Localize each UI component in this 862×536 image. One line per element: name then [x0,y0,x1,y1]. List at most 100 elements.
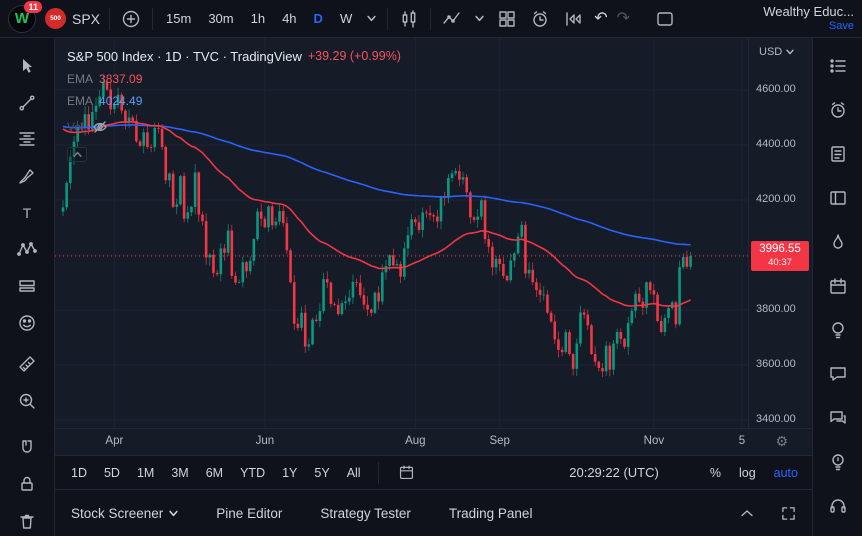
tab-stock-screener[interactable]: Stock Screener [71,506,178,521]
panel-chevron-up-icon[interactable] [739,504,755,523]
range-6m[interactable]: 6M [206,466,223,480]
auto-scale-button[interactable]: auto [774,466,798,480]
percent-scale-button[interactable]: % [710,466,721,480]
legend-symbol-title[interactable]: S&P 500 Index · 1D · TVC · TradingView [67,50,302,63]
ema-slow-label[interactable]: EMA [67,95,93,107]
symbol-search-button[interactable]: 500 SPX [45,8,100,29]
time-tick: Nov [643,435,665,447]
eye-hidden-icon[interactable] [90,117,110,137]
ideas-bulb-icon[interactable] [823,315,853,345]
bar-replay-icon[interactable] [561,7,585,31]
currency-selector[interactable]: USD [759,46,794,58]
xabcd-pattern-tool-icon[interactable] [10,235,44,265]
divider [109,7,111,30]
range-5y[interactable]: 5Y [314,466,329,480]
legend-collapse-button[interactable] [67,147,87,162]
app-logo[interactable]: W 11 [8,0,42,33]
position-tool-icon[interactable] [10,272,44,302]
volume-label[interactable]: Vol [67,121,84,133]
zoom-tool-icon[interactable] [10,386,44,416]
range-ytd[interactable]: YTD [240,466,265,480]
brush-tool-icon[interactable] [10,161,44,191]
magnet-tool-icon[interactable] [10,433,44,463]
divider [430,7,432,30]
go-to-date-icon[interactable] [396,462,417,483]
chart-pane: S&P 500 Index · 1D · TVC · TradingView +… [55,38,812,428]
price-tick: 3400.00 [756,413,796,425]
trendline-tool-icon[interactable] [10,88,44,118]
range-1d[interactable]: 1D [71,466,87,480]
tab-pine-editor[interactable]: Pine Editor [216,506,282,521]
fib-retracement-tool-icon[interactable] [10,125,44,155]
interval-1w[interactable]: W [336,8,356,29]
last-price-label: 3996.55 40:37 [751,240,809,272]
scale-buttons: % log auto [710,466,798,480]
interval-1h[interactable]: 1h [247,8,269,29]
indicators-chevron-down-icon[interactable] [473,13,486,24]
price-scale[interactable]: USD 4600.004400.004200.004000.003800.003… [748,38,812,428]
calendar-icon[interactable] [823,271,853,301]
ema-fast-value: 3837.09 [99,72,143,86]
layout-grid-icon[interactable] [495,7,519,31]
indicators-icon[interactable] [440,7,464,31]
save-layout-icon[interactable] [653,7,677,31]
cursor-tool-icon[interactable] [10,51,44,81]
streams-icon[interactable] [823,447,853,477]
symbol-name: SPX [72,10,101,27]
measure-tool-icon[interactable] [10,349,44,379]
tab-trading-panel[interactable]: Trading Panel [449,506,533,521]
drawing-toolbar: T [0,38,55,536]
gear-icon[interactable]: ⚙ [775,434,788,448]
tradingview-app: W 11 500 SPX 15m 30m 1h 4h D W ↶ ↷ Wealt… [0,0,862,536]
range-all[interactable]: All [347,466,361,480]
chat-icon[interactable] [823,359,853,389]
log-scale-button[interactable]: log [739,466,756,480]
session-clock[interactable]: 20:29:22 (UTC) [569,465,659,480]
help-headset-icon[interactable] [823,491,853,521]
main-area: T S&P 500 Index · 1D · TVC · TradingView… [0,38,862,536]
compare-add-icon[interactable] [119,7,143,31]
time-axis[interactable]: Apr Jun Aug Sep Nov 5 ⚙ [55,428,812,455]
layout-name-block[interactable]: Wealthy Educ... Save [750,4,854,33]
emoji-tool-icon[interactable] [10,308,44,338]
interval-30m[interactable]: 30m [204,8,237,29]
interval-15m[interactable]: 15m [162,8,195,29]
watchlist-icon[interactable] [823,51,853,81]
divider [152,7,154,30]
notebook-icon[interactable] [823,183,853,213]
alert-clock-icon[interactable] [528,7,552,31]
notification-badge[interactable]: 11 [24,0,42,13]
hotlist-flame-icon[interactable] [823,227,853,257]
divider [387,7,389,30]
interval-1d[interactable]: D [310,8,327,29]
range-3m[interactable]: 3M [171,466,188,480]
redo-icon[interactable]: ↷ [617,10,630,27]
lock-tool-icon[interactable] [10,469,44,499]
alerts-icon[interactable] [823,95,853,125]
price-tick: 4400.00 [756,138,796,150]
range-1m[interactable]: 1M [137,466,154,480]
layout-name[interactable]: Wealthy Educ... [750,4,854,20]
interval-menu-chevron-down-icon[interactable] [365,13,378,24]
trash-tool-icon[interactable] [10,506,44,536]
news-icon[interactable] [823,139,853,169]
messages-icon[interactable] [823,403,853,433]
right-sidebar [812,38,862,536]
range-1y[interactable]: 1Y [282,466,297,480]
price-tick: 4600.00 [756,83,796,95]
svg-text:T: T [23,205,32,221]
interval-4h[interactable]: 4h [278,8,300,29]
text-tool-icon[interactable]: T [10,198,44,228]
fullscreen-icon[interactable] [779,504,798,523]
range-toolbar: 1D 5D 1M 3M 6M YTD 1Y 5Y All 20:29:22 (U… [55,455,812,489]
ema-fast-label[interactable]: EMA [67,73,93,85]
currency-label: USD [759,46,783,58]
chart-style-candles-icon[interactable] [397,7,421,31]
sp500-logo-icon: 500 [45,8,66,29]
range-5d[interactable]: 5D [104,466,120,480]
time-tick: 5 [738,435,746,447]
undo-icon[interactable]: ↶ [594,10,607,27]
save-button[interactable]: Save [750,20,854,33]
tab-strategy-tester[interactable]: Strategy Tester [320,506,411,521]
bottom-panel: Stock Screener Pine Editor Strategy Test… [55,489,812,536]
